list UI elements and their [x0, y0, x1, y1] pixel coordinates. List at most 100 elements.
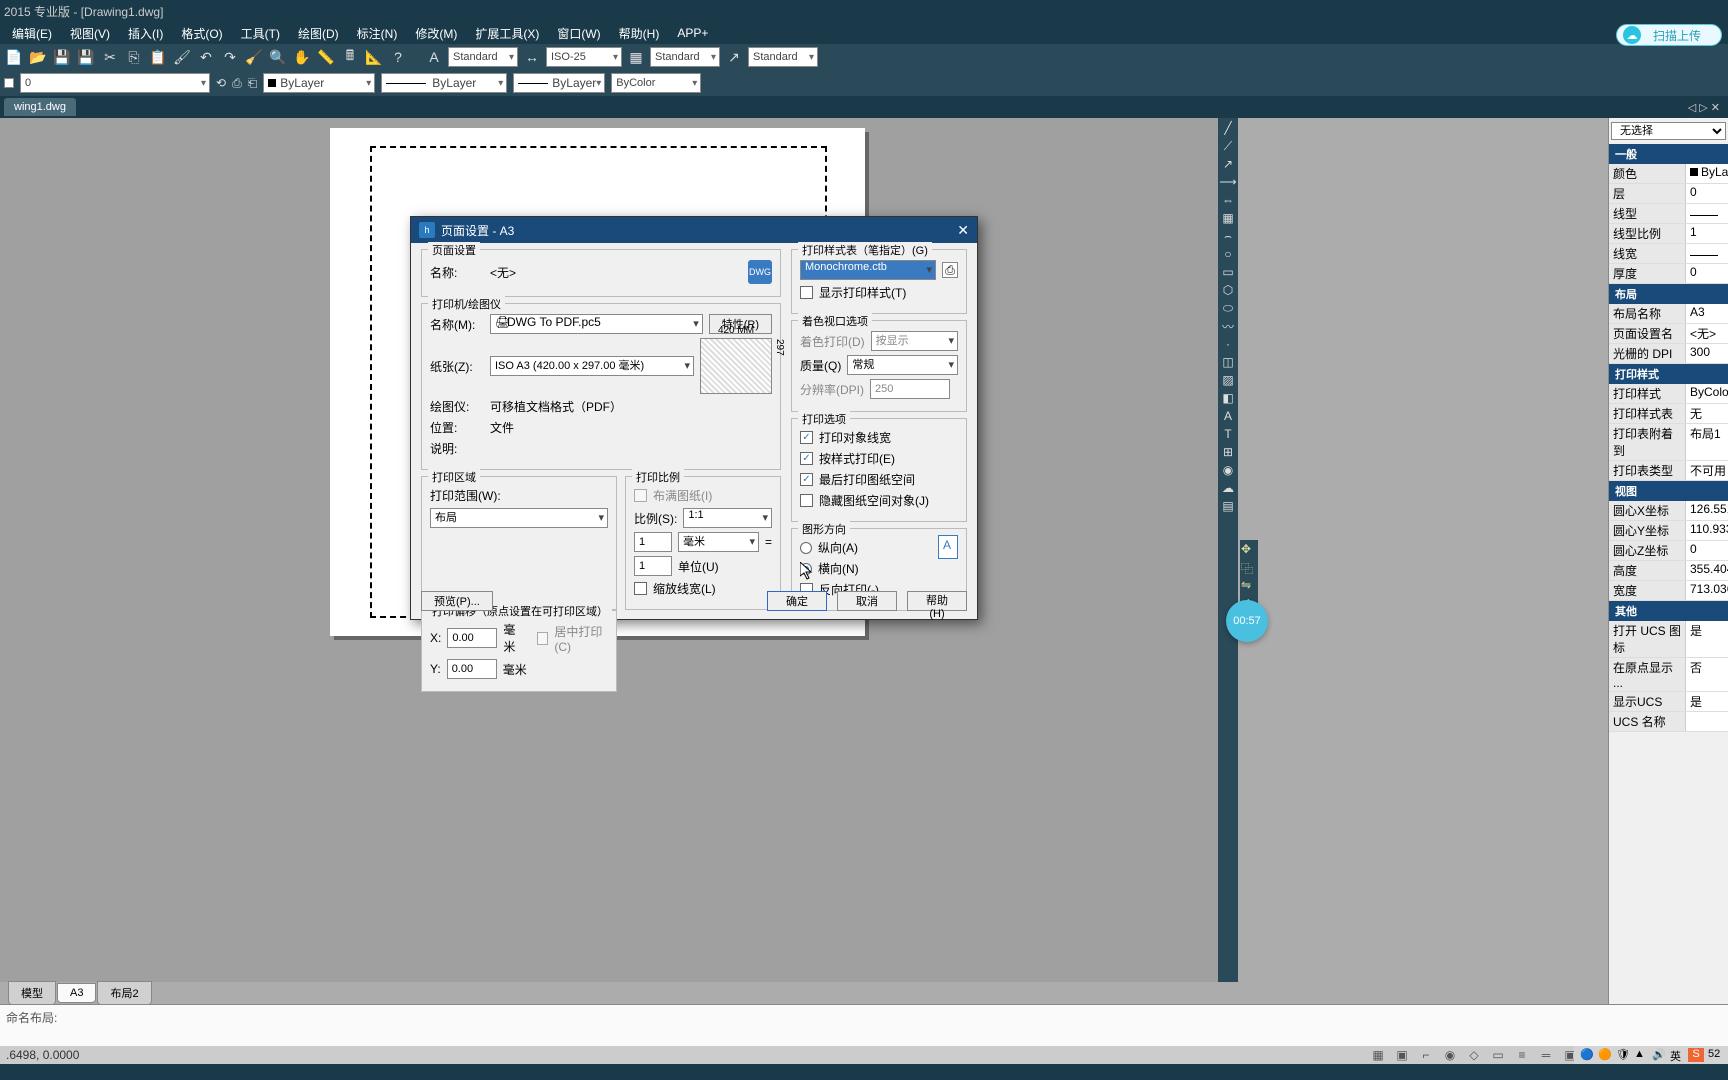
tray-icon[interactable]: 🟠 [1598, 1048, 1612, 1062]
filetab-controls[interactable]: ◁ ▷ ✕ [1680, 101, 1728, 114]
quality-combo[interactable]: 常规 [847, 355, 958, 375]
tray-icon[interactable]: 🔊 [1652, 1048, 1666, 1062]
prop-w-value[interactable]: 713.0363 [1686, 581, 1728, 600]
menu-help[interactable]: 帮助(H) [611, 23, 668, 44]
ray-icon[interactable]: ⟶ [1220, 174, 1236, 190]
x-input[interactable] [447, 628, 497, 648]
zoom-icon[interactable]: 🔍 [268, 47, 288, 67]
prop-thickness-value[interactable]: 0 [1686, 264, 1728, 283]
mleader-icon[interactable]: ↗ [724, 47, 744, 67]
dialog-titlebar[interactable]: h 页面设置 - A3 ✕ [411, 217, 977, 243]
tray-sogou-icon[interactable]: S [1688, 1048, 1704, 1062]
paper-combo[interactable]: ISO A3 (420.00 x 297.00 毫米) [490, 356, 694, 376]
prop-layer-value[interactable]: 0 [1686, 184, 1728, 203]
timer-badge[interactable]: 00:57 [1226, 600, 1268, 642]
help-icon[interactable]: ? [388, 47, 408, 67]
save-icon[interactable]: 💾 [52, 47, 72, 67]
mleaderstyle-combo[interactable]: Standard [748, 47, 818, 67]
dim-icon[interactable]: 📐 [364, 47, 384, 67]
xline-icon[interactable]: ⇔ [1220, 192, 1236, 208]
rect-icon[interactable]: ▭ [1220, 264, 1236, 280]
prop-psta-value[interactable]: 布局1 [1686, 424, 1728, 460]
redo-icon[interactable]: ↷ [220, 47, 240, 67]
region-icon[interactable]: ◧ [1220, 390, 1236, 406]
dyn-toggle-icon[interactable]: ≡ [1514, 1047, 1530, 1063]
opt1-checkbox[interactable]: ✓ [800, 431, 813, 444]
extent-combo[interactable]: 布局 [430, 508, 608, 528]
prop-color-value[interactable]: ByLay [1686, 164, 1728, 183]
ortho-toggle-icon[interactable]: ⌐ [1418, 1047, 1434, 1063]
prop-pst-value[interactable]: 无 [1686, 404, 1728, 423]
grid-toggle-icon[interactable]: ▦ [1370, 1047, 1386, 1063]
erase-icon[interactable]: 🧹 [244, 47, 264, 67]
cancel-button[interactable]: 取消 [837, 591, 897, 611]
osnap-toggle-icon[interactable]: ◇ [1466, 1047, 1482, 1063]
prop-ucsname-value[interactable] [1686, 712, 1728, 731]
prop-linetype-value[interactable] [1686, 204, 1728, 223]
polygon-icon[interactable]: ⬡ [1220, 282, 1236, 298]
otrack-toggle-icon[interactable]: ▭ [1490, 1047, 1506, 1063]
prop-h-value[interactable]: 355.4047 [1686, 561, 1728, 580]
pline-icon[interactable]: ⟋ [1220, 138, 1236, 154]
menu-edit[interactable]: 编辑(E) [4, 23, 60, 44]
cloud-icon2[interactable]: ☁ [1220, 480, 1236, 496]
y-input[interactable] [447, 659, 497, 679]
table-icon[interactable]: ▦ [626, 47, 646, 67]
polar-toggle-icon[interactable]: ◉ [1442, 1047, 1458, 1063]
prop-pagesetup-value[interactable]: <无> [1686, 324, 1728, 343]
scale-unit-input[interactable] [634, 556, 672, 576]
preview-button[interactable]: 预览(P)... [421, 591, 493, 611]
prop-lw-value[interactable] [1686, 244, 1728, 263]
point-icon[interactable]: · [1220, 336, 1236, 352]
help-button[interactable]: 帮助(H) [907, 591, 967, 611]
menu-format[interactable]: 格式(O) [173, 23, 230, 44]
filetab-drawing1[interactable]: wing1.dwg [4, 98, 76, 116]
pst-edit-icon[interactable]: ⎙ [942, 262, 958, 278]
menu-app[interactable]: APP+ [669, 24, 716, 42]
arc-icon[interactable]: ⌢ [1220, 228, 1236, 244]
menu-view[interactable]: 视图(V) [62, 23, 118, 44]
tablestyle-combo[interactable]: Standard [650, 47, 720, 67]
line-icon[interactable]: ╱ [1220, 120, 1236, 136]
menu-draw[interactable]: 绘图(D) [290, 23, 347, 44]
prop-cy-value[interactable]: 110.9339 [1686, 521, 1728, 540]
save-all-icon[interactable]: 💾 [76, 47, 96, 67]
tab-layout2[interactable]: 布局2 [97, 981, 151, 1005]
opt3-checkbox[interactable]: ✓ [800, 473, 813, 486]
ellipse-icon[interactable]: ⬭ [1220, 300, 1236, 316]
prop-dpi-value[interactable]: 300 [1686, 344, 1728, 363]
tab-a3[interactable]: A3 [57, 983, 96, 1003]
mtext-icon[interactable]: T [1220, 426, 1236, 442]
circle-icon[interactable]: ○ [1220, 246, 1236, 262]
portrait-radio[interactable] [800, 542, 812, 554]
lineweight-combo[interactable]: ByLayer [513, 73, 605, 93]
textstyle-combo[interactable]: Standard [448, 47, 518, 67]
tray-lang[interactable]: 英 [1670, 1048, 1684, 1062]
new-icon[interactable]: 📄 [4, 47, 24, 67]
calc-icon[interactable]: 🖩 [340, 47, 360, 67]
opt4-checkbox[interactable] [800, 494, 813, 507]
tray-icon[interactable]: 🔵 [1580, 1048, 1594, 1062]
snap-toggle-icon[interactable]: ▣ [1394, 1047, 1410, 1063]
prop-ucs1-value[interactable]: 是 [1686, 621, 1728, 657]
hatch-icon[interactable]: ▨ [1220, 372, 1236, 388]
ok-button[interactable]: 确定 [767, 591, 827, 611]
copy-icon[interactable]: ⎘ [124, 47, 144, 67]
menu-insert[interactable]: 插入(I) [120, 23, 171, 44]
dist-icon[interactable]: 📏 [316, 47, 336, 67]
table2-icon[interactable]: ⊞ [1220, 444, 1236, 460]
menu-express[interactable]: 扩展工具(X) [467, 23, 547, 44]
prop-ltscale-value[interactable]: 1 [1686, 224, 1728, 243]
layer-state-icon[interactable]: ⎙ [232, 76, 242, 91]
color-combo[interactable]: ByLayer [263, 73, 375, 93]
prop-layoutname-value[interactable]: A3 [1686, 304, 1728, 323]
scale-mm-input[interactable] [634, 532, 672, 552]
menu-modify[interactable]: 修改(M) [407, 23, 465, 44]
prop-ucs2-value[interactable]: 否 [1686, 658, 1728, 691]
prop-cx-value[interactable]: 126.5511 [1686, 501, 1728, 520]
printer-combo[interactable]: 🖨DWG To PDF.pc5 [490, 314, 703, 334]
wipeout-icon[interactable]: ▤ [1220, 498, 1236, 514]
prop-ps-value[interactable]: ByColor [1686, 384, 1728, 403]
textstyle-icon[interactable]: A [424, 47, 444, 67]
show-pst-checkbox[interactable] [800, 286, 813, 299]
